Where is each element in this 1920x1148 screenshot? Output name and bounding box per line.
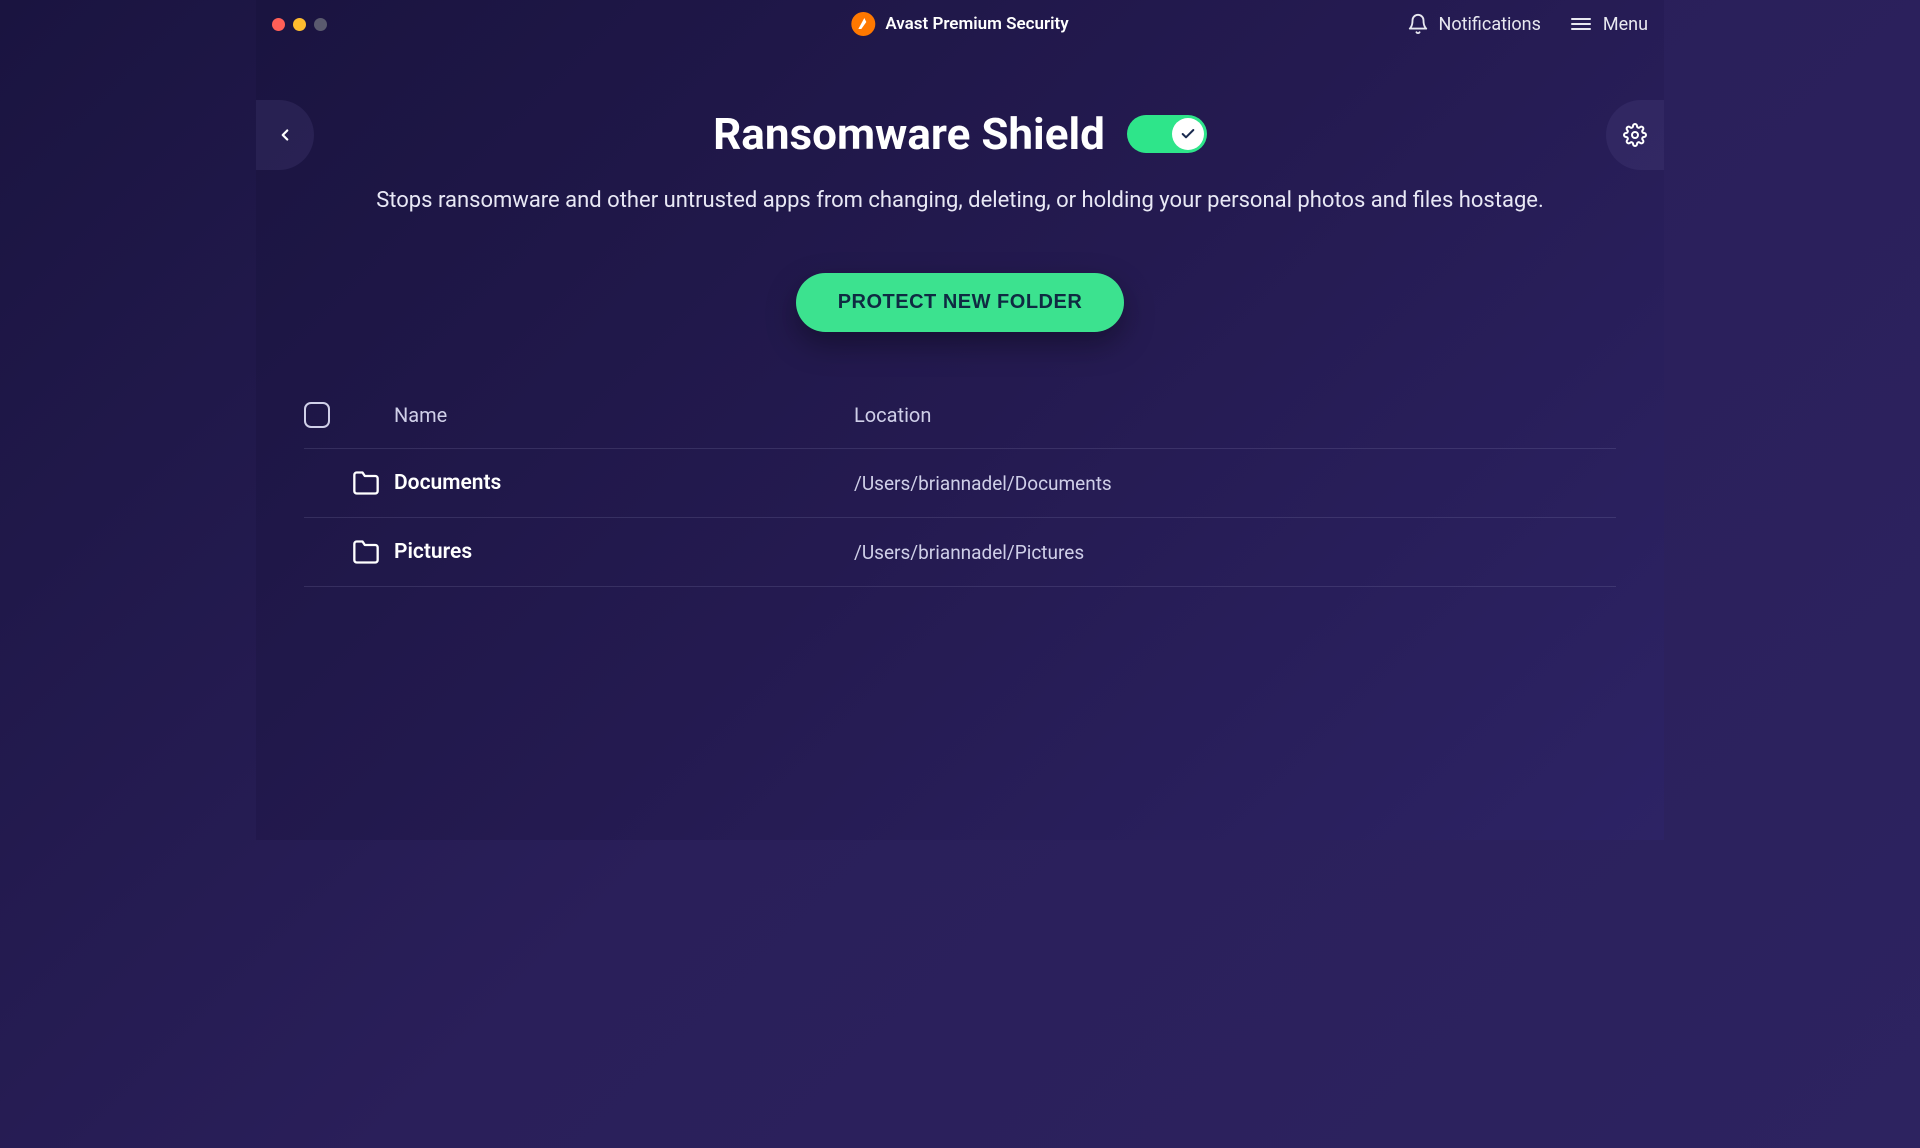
menu-button[interactable]: Menu <box>1569 12 1648 36</box>
header-location: Location <box>854 403 1616 427</box>
menu-label: Menu <box>1603 14 1648 35</box>
protected-folders-table: Name Location Documents /Users/briannade… <box>304 402 1616 587</box>
table-row[interactable]: Pictures /Users/briannadel/Pictures <box>304 517 1616 586</box>
minimize-window-button[interactable] <box>293 18 306 31</box>
check-icon <box>1180 126 1196 142</box>
hamburger-icon <box>1569 12 1593 36</box>
folder-icon <box>352 540 380 564</box>
chevron-left-icon <box>276 126 294 144</box>
row-name: Documents <box>394 471 501 495</box>
notifications-button[interactable]: Notifications <box>1407 13 1541 35</box>
folder-icon <box>352 471 380 495</box>
avast-logo-icon <box>851 12 875 36</box>
close-window-button[interactable] <box>272 18 285 31</box>
page-title: Ransomware Shield <box>713 108 1105 160</box>
app-title-wrap: Avast Premium Security <box>851 12 1068 36</box>
topbar-right: Notifications Menu <box>1407 12 1648 36</box>
table-end-divider <box>304 586 1616 587</box>
page-description: Stops ransomware and other untrusted app… <box>256 188 1664 213</box>
title-row: Ransomware Shield <box>256 108 1664 160</box>
protect-new-folder-button[interactable]: PROTECT NEW FOLDER <box>796 273 1125 332</box>
notifications-label: Notifications <box>1439 14 1541 35</box>
main-content: Ransomware Shield Stops ransomware and o… <box>256 48 1664 587</box>
maximize-window-button[interactable] <box>314 18 327 31</box>
select-all-checkbox[interactable] <box>304 402 330 428</box>
app-title: Avast Premium Security <box>885 14 1068 34</box>
row-name: Pictures <box>394 540 472 564</box>
shield-toggle[interactable] <box>1127 115 1207 153</box>
table-header: Name Location <box>304 402 1616 448</box>
window-controls <box>272 18 327 31</box>
row-location: /Users/briannadel/Pictures <box>854 541 1616 564</box>
row-location: /Users/briannadel/Documents <box>854 472 1616 495</box>
toggle-knob <box>1172 118 1204 150</box>
table-row[interactable]: Documents /Users/briannadel/Documents <box>304 448 1616 517</box>
app-window: Avast Premium Security Notifications Men… <box>256 0 1664 840</box>
titlebar: Avast Premium Security Notifications Men… <box>256 0 1664 48</box>
gear-icon <box>1623 123 1647 147</box>
bell-icon <box>1407 13 1429 35</box>
header-name: Name <box>394 403 854 427</box>
